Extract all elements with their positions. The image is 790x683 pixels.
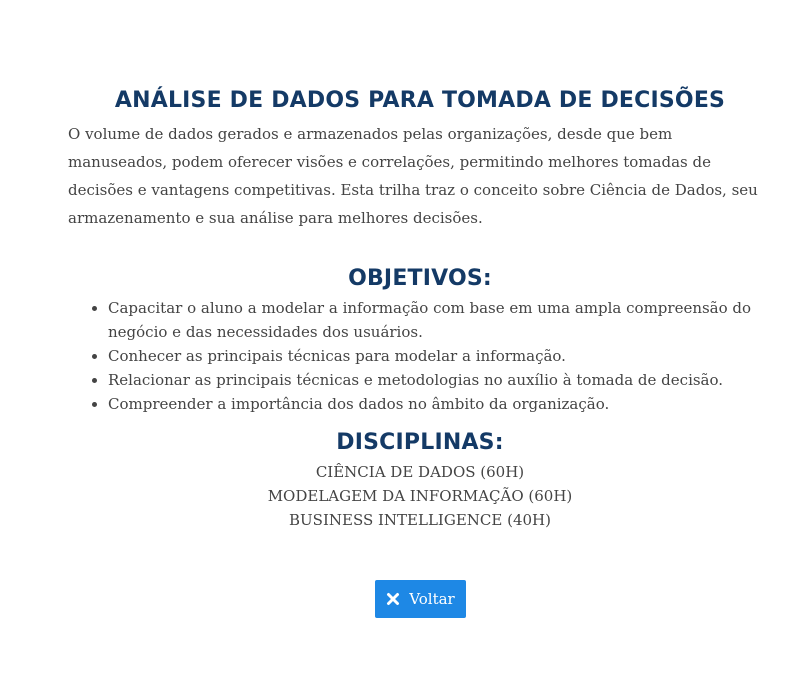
page-title: ANÁLISE DE DADOS PARA TOMADA DE DECISÕES	[114, 88, 726, 113]
objectives-title: OBJETIVOS:	[348, 266, 492, 291]
discipline-item: CIÊNCIA DE DADOS (60H)	[315, 463, 525, 481]
discipline-item: BUSINESS INTELLIGENCE (40H)	[289, 511, 551, 529]
disciplines-title: DISCIPLINAS:	[336, 430, 504, 455]
disciplines-list: CIÊNCIA DE DADOS (60H) MODELAGEM DA INFO…	[68, 460, 772, 532]
course-content: ANÁLISE DE DADOS PARA TOMADA DE DECISÕES…	[68, 84, 772, 532]
objectives-list: Capacitar o aluno a modelar a informação…	[68, 296, 772, 416]
list-item: Compreender a importância dos dados no â…	[108, 392, 772, 416]
intro-paragraph: O volume de dados gerados e armazenados …	[68, 125, 758, 227]
list-item: Relacionar as principais técnicas e meto…	[108, 368, 772, 392]
close-icon	[386, 592, 400, 606]
list-item: Capacitar o aluno a modelar a informação…	[108, 296, 772, 344]
back-button-wrapper: Voltar	[375, 580, 466, 618]
discipline-item: MODELAGEM DA INFORMAÇÃO (60H)	[267, 487, 573, 505]
list-item: Conhecer as principais técnicas para mod…	[108, 344, 772, 368]
back-button[interactable]: Voltar	[375, 580, 466, 618]
back-button-label: Voltar	[409, 590, 455, 608]
